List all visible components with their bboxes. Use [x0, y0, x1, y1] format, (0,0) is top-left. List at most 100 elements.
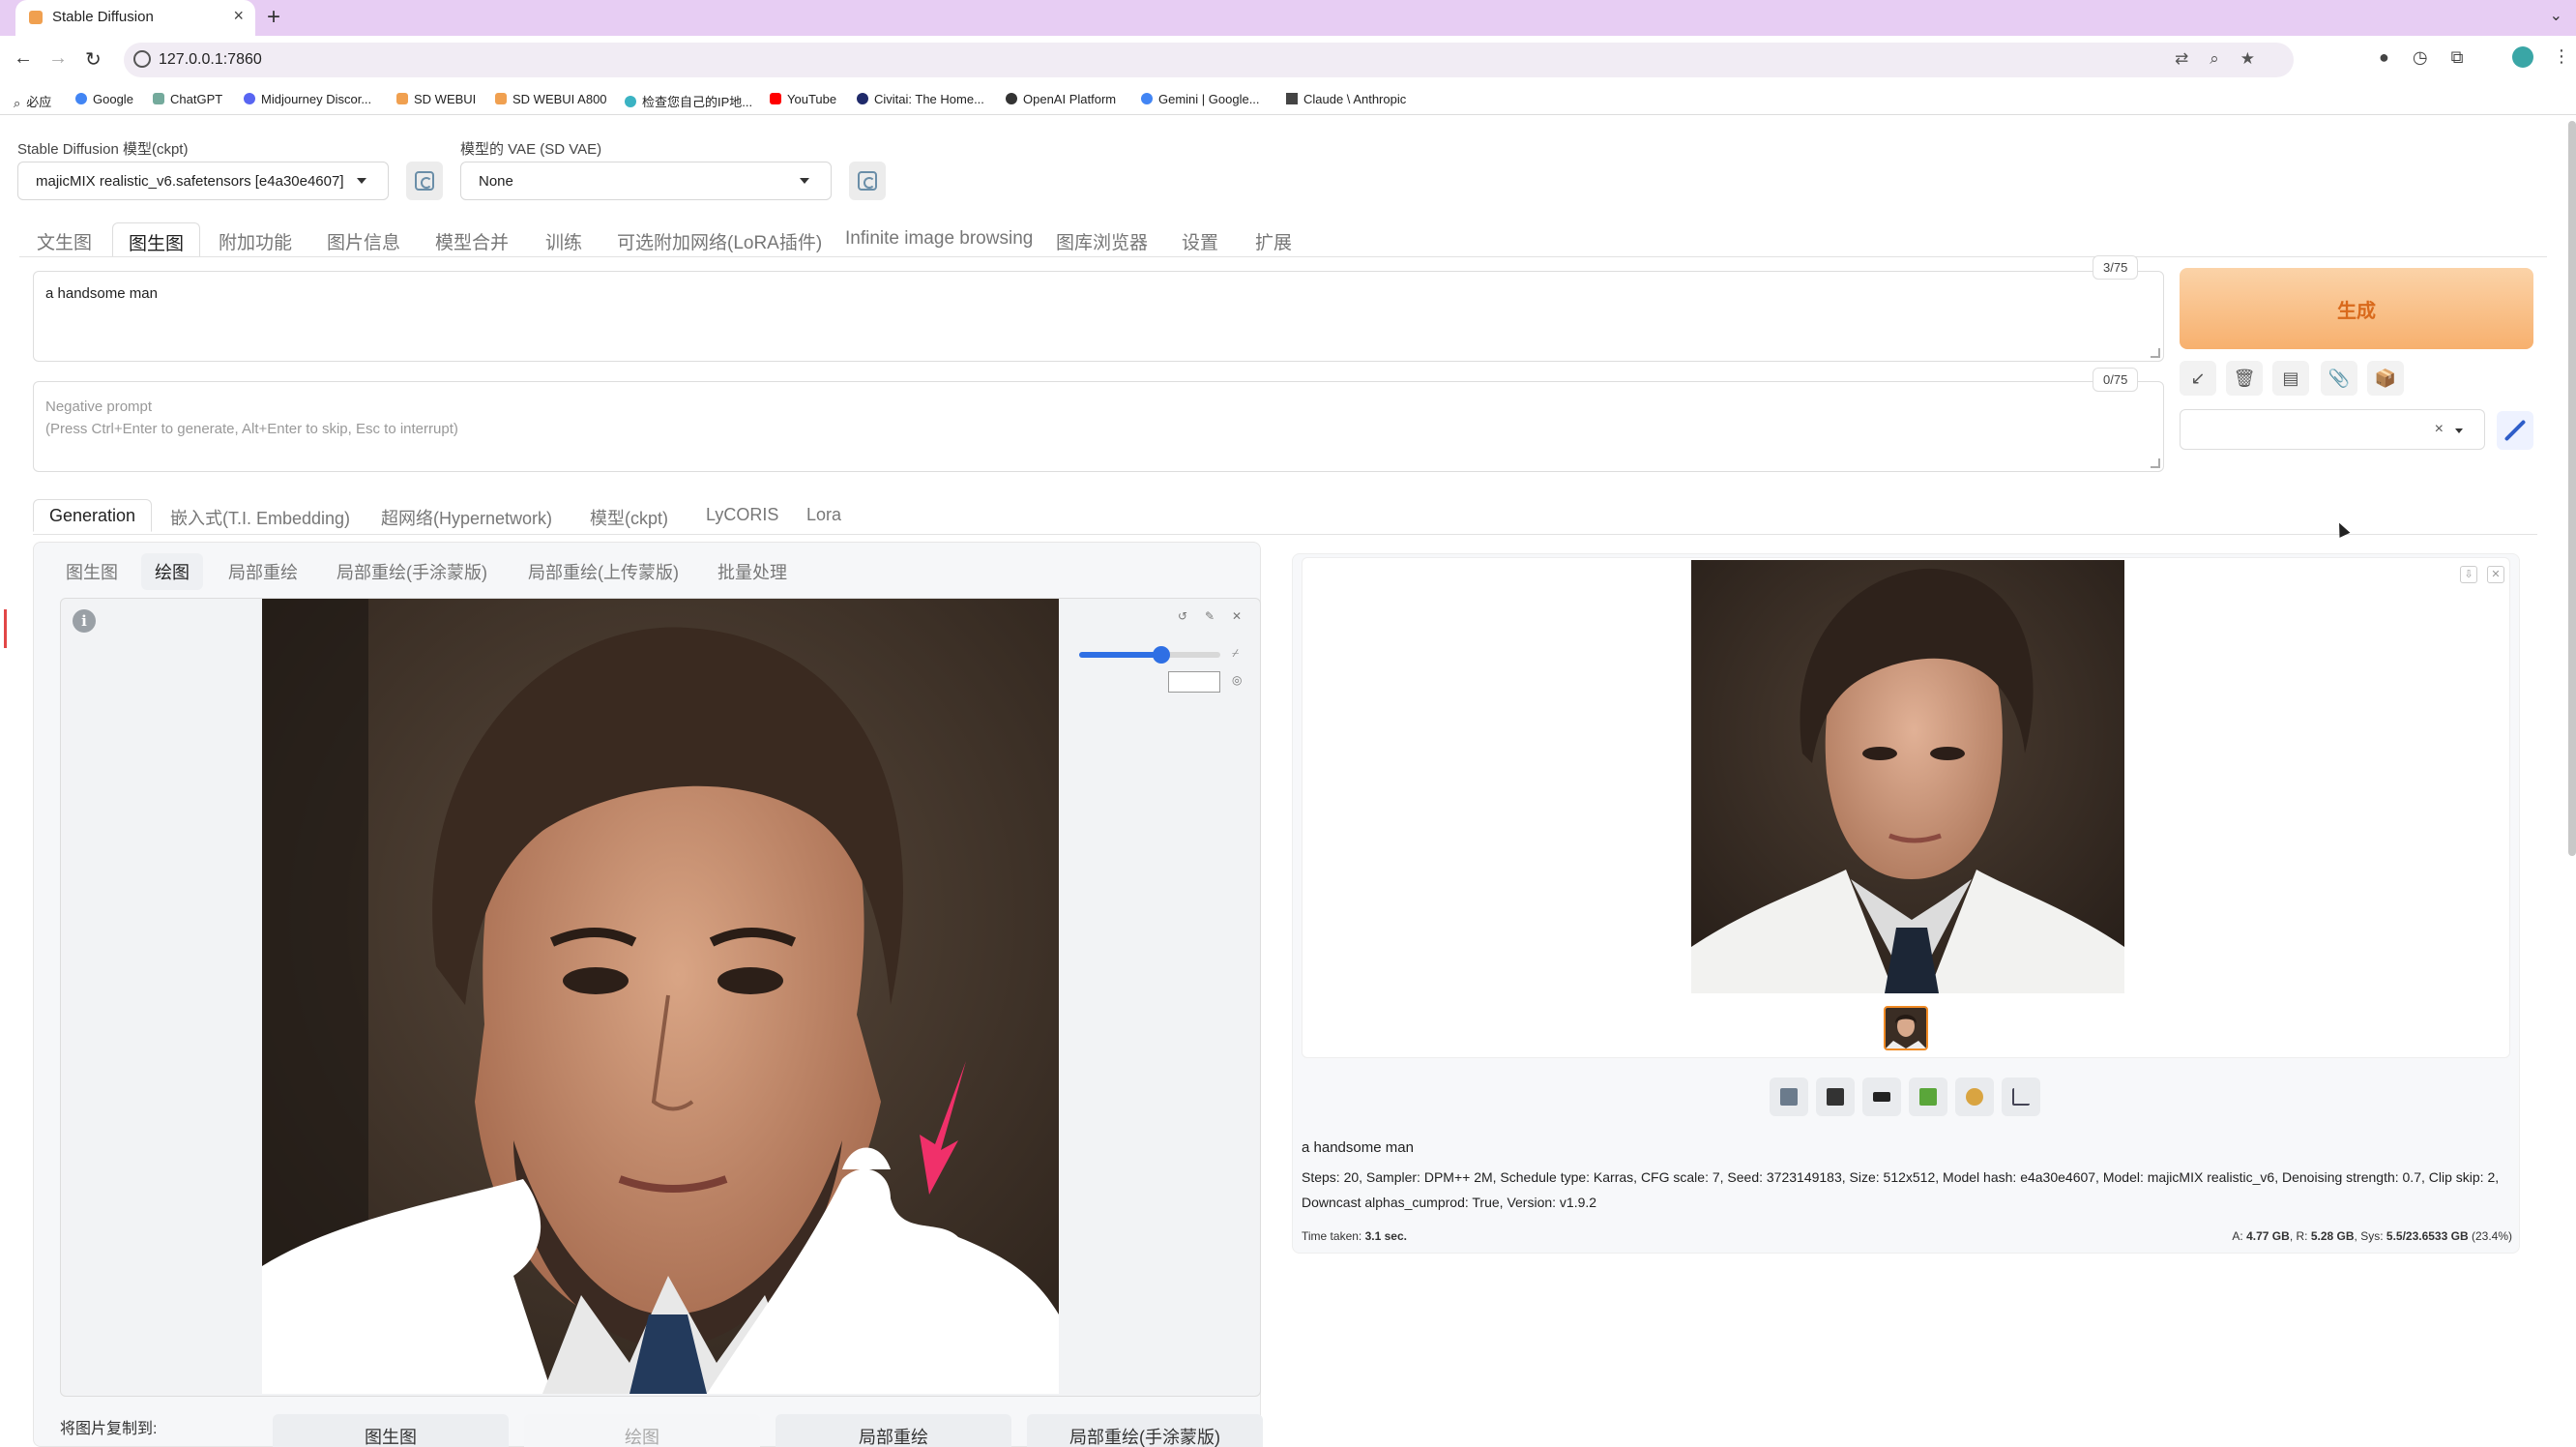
brush-size-slider[interactable] [1079, 646, 1220, 664]
ckpt-dropdown[interactable]: majicMIX realistic_v6.safetensors [e4a30… [17, 162, 389, 200]
input-portrait-image[interactable] [262, 599, 1059, 1394]
bookmark-item[interactable]: OpenAI Platform [1006, 92, 1116, 106]
copy-to-img2img-button[interactable]: 图生图 [273, 1414, 509, 1447]
tab-settings[interactable]: 设置 [1182, 222, 1218, 257]
send-to-extras-button[interactable] [2002, 1078, 2040, 1116]
edit-styles-button[interactable] [2497, 411, 2533, 450]
bookmark-item[interactable]: ⌕ 必应 [14, 92, 51, 110]
tab-lycoris[interactable]: LyCORIS [706, 499, 778, 532]
back-icon[interactable]: ← [14, 47, 33, 70]
extension-icons[interactable]: ●◷⧉ [2379, 47, 2486, 68]
tab-extras[interactable]: 附加功能 [219, 222, 292, 257]
ckpt-refresh-button[interactable] [406, 162, 443, 200]
close-icon[interactable]: ✕ [2487, 566, 2504, 583]
bookmark-item[interactable]: Civitai: The Home... [857, 92, 984, 106]
zip-button[interactable] [1862, 1078, 1901, 1116]
omnibox-actions[interactable]: ⇄⌕★ [2175, 49, 2276, 69]
menu-icon[interactable]: ⋮ [2553, 46, 2570, 67]
vae-refresh-button[interactable] [849, 162, 886, 200]
url-text[interactable]: 127.0.0.1:7860 [159, 51, 262, 69]
positive-prompt-textarea[interactable]: a handsome man [33, 271, 2164, 362]
brush-color-picker[interactable] [1168, 671, 1220, 693]
mode-tab-inpaint-sketch[interactable]: 局部重绘(手涂蒙版) [337, 553, 487, 590]
tab-txt2img[interactable]: 文生图 [37, 222, 92, 257]
page-scrollbar[interactable] [2568, 121, 2576, 856]
slider-thumb[interactable] [1153, 646, 1170, 664]
new-tab-icon[interactable]: + [267, 4, 280, 31]
tab-checkpoint-merger[interactable]: 模型合并 [435, 222, 509, 257]
send-to-inpaint-button[interactable] [1955, 1078, 1994, 1116]
mode-tab-batch[interactable]: 批量处理 [717, 553, 787, 590]
generate-button[interactable]: 生成 [2180, 268, 2533, 349]
bookmark-item[interactable]: SD WEBUI [396, 92, 476, 106]
bookmark-item[interactable]: ChatGPT [153, 92, 222, 106]
tab-checkpoints[interactable]: 模型(ckpt) [590, 499, 668, 532]
site-info-icon[interactable] [133, 50, 151, 68]
copy-to-inpaint-sketch-button[interactable]: 局部重绘(手涂蒙版) [1027, 1414, 1263, 1447]
tab-hypernetwork[interactable]: 超网络(Hypernetwork) [381, 499, 552, 532]
tab-infinite-image-browsing[interactable]: Infinite image browsing [845, 222, 1033, 257]
paperclip-icon[interactable]: 📎 [2321, 361, 2357, 396]
trash-icon[interactable]: 🗑 [2226, 361, 2263, 396]
save-button[interactable] [1816, 1078, 1855, 1116]
forward-icon[interactable]: → [48, 47, 68, 70]
tab-png-info[interactable]: 图片信息 [327, 222, 400, 257]
info-icon[interactable]: i [73, 609, 96, 633]
styles-dropdown[interactable]: × [2180, 409, 2485, 450]
tab-img2img[interactable]: 图生图 [112, 222, 201, 257]
browser-tab[interactable]: Stable Diffusion × [15, 0, 255, 36]
profile-avatar-icon[interactable] [2512, 46, 2533, 68]
styles-icon[interactable]: ▤ [2272, 361, 2309, 396]
tab-train[interactable]: 训练 [545, 222, 582, 257]
bookmark-item[interactable]: Google [75, 92, 133, 106]
copy-to-inpaint-button[interactable]: 局部重绘 [776, 1414, 1011, 1447]
package-icon[interactable]: 📦 [2367, 361, 2404, 396]
bookmark-item[interactable]: SD WEBUI A800 [495, 92, 607, 106]
resize-grip-icon[interactable] [2151, 348, 2160, 358]
tab-generation[interactable]: Generation [33, 499, 153, 532]
tab-lora[interactable]: Lora [806, 499, 841, 532]
tab-textual-inversion[interactable]: 嵌入式(T.I. Embedding) [170, 499, 350, 532]
download-icon[interactable]: ⇩ [2460, 566, 2477, 583]
bookmark-item[interactable]: 检查您自己的IP地... [625, 92, 752, 110]
chevron-down-icon[interactable] [2455, 428, 2463, 433]
close-icon[interactable]: × [233, 6, 244, 26]
bookmark-item[interactable]: Claude \ Anthropic [1286, 92, 1406, 106]
output-portrait-image[interactable] [1691, 560, 2124, 993]
mode-tab-inpaint[interactable]: 局部重绘 [228, 553, 298, 590]
vae-dropdown[interactable]: None [460, 162, 832, 200]
mode-tab-img2img[interactable]: 图生图 [66, 553, 118, 590]
tab-divider [19, 256, 2547, 257]
copy-to-sketch-button[interactable]: 绘图 [524, 1414, 760, 1447]
read-params-icon[interactable]: ↙ [2180, 361, 2216, 396]
bookmark-item[interactable]: YouTube [770, 92, 836, 106]
color-dropper-icon[interactable]: ◎ [1232, 673, 1242, 687]
bookmark-item[interactable]: Midjourney Discor... [244, 92, 371, 106]
sketch-canvas[interactable] [60, 598, 1261, 1397]
brush-icon[interactable]: ⌿ [1232, 646, 1239, 661]
refresh-icon [415, 171, 434, 191]
chevron-down-icon[interactable]: ⌄ [2550, 6, 2562, 25]
slider-fill [1079, 652, 1161, 658]
ckpt-value: majicMIX realistic_v6.safetensors [e4a30… [36, 173, 344, 190]
time-taken: Time taken: 3.1 sec. [1302, 1229, 1407, 1243]
resize-grip-icon[interactable] [2151, 458, 2160, 468]
negative-prompt-textarea[interactable]: Negative prompt (Press Ctrl+Enter to gen… [33, 381, 2164, 472]
mode-tab-inpaint-upload[interactable]: 局部重绘(上传蒙版) [528, 553, 679, 590]
tab-image-browser[interactable]: 图库浏览器 [1056, 222, 1148, 257]
chevron-down-icon [357, 178, 366, 184]
reload-icon[interactable]: ↻ [85, 47, 102, 72]
open-folder-button[interactable] [1770, 1078, 1808, 1116]
tab-additional-networks[interactable]: 可选附加网络(LoRA插件) [617, 222, 822, 257]
brush-color-icon[interactable]: ✎ [1205, 609, 1215, 623]
tab-extensions[interactable]: 扩展 [1255, 222, 1292, 257]
mode-tab-sketch[interactable]: 绘图 [141, 553, 203, 590]
send-to-img2img-button[interactable] [1909, 1078, 1947, 1116]
undo-icon[interactable]: ↺ [1178, 609, 1187, 623]
bookmark-item[interactable]: Gemini | Google... [1141, 92, 1260, 106]
tab-title: Stable Diffusion [52, 9, 154, 25]
clear-canvas-icon[interactable]: ✕ [1232, 609, 1242, 623]
gallery-thumbnail[interactable] [1884, 1006, 1928, 1050]
omnibox[interactable]: 127.0.0.1:7860 ⇄⌕★ [124, 43, 2294, 77]
clear-icon[interactable]: × [2435, 421, 2444, 438]
